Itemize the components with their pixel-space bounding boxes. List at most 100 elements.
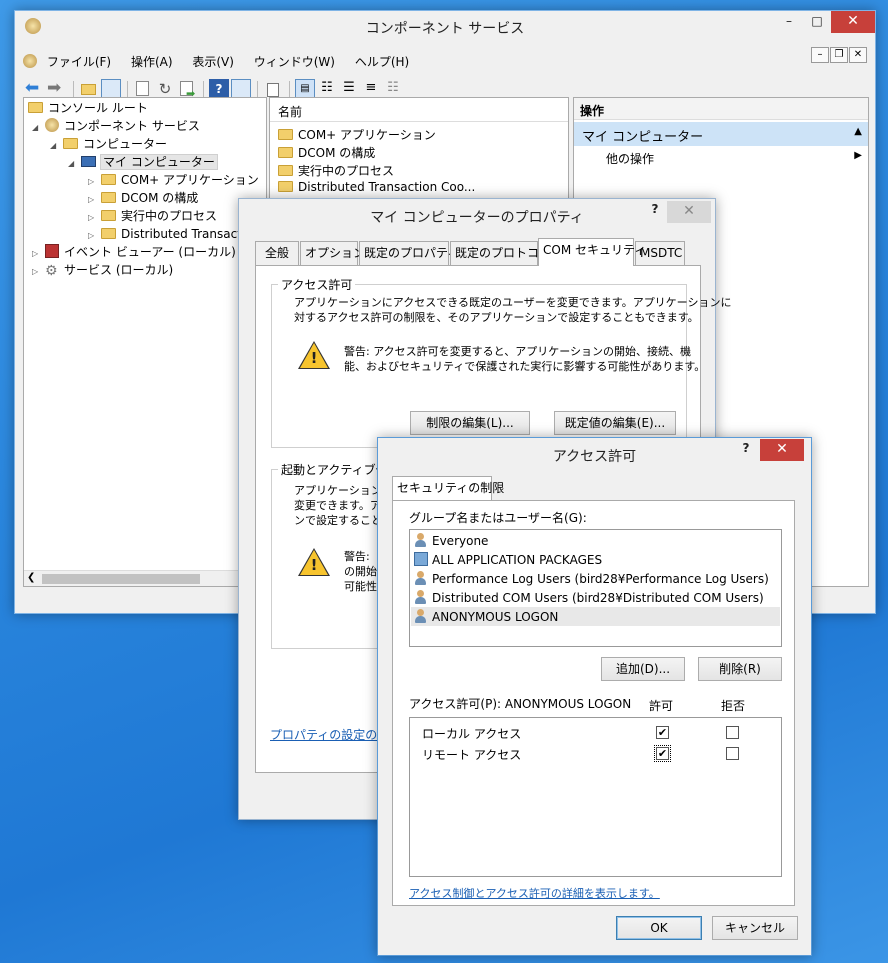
tree-item-console-root[interactable]: コンソール ルート — [28, 99, 148, 117]
folder-icon — [278, 147, 293, 158]
detail-view-icon[interactable]: ≡ — [361, 79, 381, 99]
local-access-allow-checkbox[interactable]: ✔ — [656, 726, 669, 739]
tree-item-my-computer[interactable]: ◢ マイ コンピューター — [68, 153, 218, 171]
main-titlebar[interactable]: コンポーネント サービス – □ ✕ — [15, 11, 875, 41]
add-user-button[interactable]: 追加(D)... — [601, 657, 685, 681]
minimize-button[interactable]: – — [775, 11, 803, 33]
local-access-deny-checkbox[interactable] — [726, 726, 739, 739]
tree-item-dcom-config[interactable]: ▷ DCOM の構成 — [88, 189, 198, 207]
folder-icon — [278, 181, 293, 192]
mdi-restore-button[interactable]: ❐ — [830, 47, 848, 63]
list-item[interactable]: DCOM の構成 — [278, 144, 375, 161]
tree-item-component-services[interactable]: ◢ コンポーネント サービス — [32, 117, 200, 135]
mdi-close-button[interactable]: ✕ — [849, 47, 867, 63]
tree-item-distributed-transaction[interactable]: ▷ Distributed Transact — [88, 225, 242, 243]
tab-com-security[interactable]: COM セキュリティ — [538, 238, 646, 266]
access-close-button[interactable]: ✕ — [760, 439, 804, 461]
warning-text-1: 警告: アクセス許可を変更すると、アプリケーションの開始、接続、機 — [344, 345, 691, 358]
tab-default-protocols[interactable]: 既定のプロトコル — [450, 241, 551, 265]
component-view-icon[interactable]: ☷ — [383, 79, 403, 99]
tab-default-properties[interactable]: 既定のプロパティ — [359, 241, 459, 265]
list-item[interactable]: COM+ アプリケーション — [278, 126, 436, 143]
list-header-name[interactable]: 名前 — [270, 98, 568, 122]
scroll-left-arrow-icon[interactable]: ❮ — [27, 572, 35, 583]
actions-section-my-computer[interactable]: マイ コンピューター ▲ — [574, 122, 868, 146]
properties-icon[interactable] — [133, 79, 153, 99]
list-item-selected[interactable]: ANONYMOUS LOGON — [411, 607, 780, 626]
up-folder-icon[interactable] — [79, 79, 99, 99]
forward-arrow-icon[interactable]: ➡ — [47, 79, 67, 99]
folder-icon — [101, 174, 116, 185]
security-limits-panel: グループ名またはユーザー名(G): Everyone ALL APPLICATI… — [392, 500, 795, 906]
small-icons-view-icon[interactable]: ☷ — [317, 79, 337, 99]
deny-column-header: 拒否 — [721, 699, 746, 713]
show-tree-icon[interactable] — [101, 79, 121, 99]
component-services-icon — [45, 118, 59, 132]
user-group-icon — [414, 571, 428, 585]
expanded-arrow-icon[interactable]: ◢ — [68, 155, 78, 173]
expanded-arrow-icon[interactable]: ◢ — [32, 119, 42, 137]
tab-general[interactable]: 全般 — [255, 241, 299, 265]
access-permissions-group: アクセス許可 アプリケーションにアクセスできる既定のユーザーを変更できます。アプ… — [271, 276, 731, 448]
maximize-button[interactable]: □ — [803, 11, 831, 33]
scroll-thumb[interactable] — [42, 574, 200, 584]
tree-item-services[interactable]: ▷ ⚙ サービス (ローカル) — [32, 261, 173, 279]
remove-user-button[interactable]: 削除(R) — [698, 657, 782, 681]
refresh-icon[interactable]: ↻ — [155, 79, 175, 99]
properties-close-button[interactable]: ✕ — [667, 201, 711, 223]
user-listbox[interactable]: Everyone ALL APPLICATION PACKAGES Perfor… — [409, 529, 782, 647]
list-item[interactable]: 実行中のプロセス — [278, 162, 394, 179]
event-viewer-icon — [45, 244, 59, 258]
mdi-minimize-button[interactable]: – — [811, 47, 829, 63]
help-icon[interactable]: ? — [209, 79, 229, 99]
back-arrow-icon[interactable]: ⬅ — [25, 79, 45, 99]
access-details-link[interactable]: アクセス制御とアクセス許可の詳細を表示します。 — [409, 885, 660, 901]
menu-file[interactable]: ファイル(F) — [47, 55, 111, 69]
actions-item-other[interactable]: 他の操作 ▶ — [606, 150, 866, 168]
access-permission-dialog: アクセス許可 ? ✕ セキュリティの制限 グループ名またはユーザー名(G): E… — [377, 437, 812, 956]
show-hide-action-pane-icon[interactable] — [231, 79, 251, 99]
access-help-button[interactable]: ? — [732, 438, 760, 460]
folder-icon — [101, 192, 116, 203]
list-item[interactable]: Everyone — [414, 533, 488, 548]
list-item[interactable]: Performance Log Users (bird28¥Performanc… — [414, 571, 769, 586]
tree-item-running-processes[interactable]: ▷ 実行中のプロセス — [88, 207, 217, 225]
collapse-up-icon[interactable]: ▲ — [854, 126, 862, 137]
list-item[interactable]: ALL APPLICATION PACKAGES — [414, 552, 602, 567]
permission-local-access-label: ローカル アクセス — [422, 727, 522, 741]
tab-options[interactable]: オプション — [300, 241, 365, 265]
list-item[interactable]: Distributed COM Users (bird28¥Distribute… — [414, 590, 764, 605]
group-user-label: グループ名またはユーザー名(G): — [409, 511, 587, 525]
remote-access-allow-checkbox[interactable]: ✔ — [654, 745, 671, 762]
access-titlebar[interactable]: アクセス許可 ? ✕ — [378, 438, 811, 468]
tab-security-limits[interactable]: セキュリティの制限 — [392, 476, 504, 500]
expanded-arrow-icon[interactable]: ◢ — [50, 137, 60, 155]
submenu-arrow-icon[interactable]: ▶ — [854, 150, 862, 161]
edit-default-button[interactable]: 既定値の編集(E)... — [554, 411, 676, 435]
tree-horizontal-scrollbar[interactable]: ❮ — [24, 570, 266, 586]
collapsed-arrow-icon[interactable]: ▷ — [32, 263, 42, 281]
properties-help-button[interactable]: ? — [641, 199, 669, 221]
menu-view[interactable]: 表示(V) — [192, 55, 234, 69]
list-item[interactable]: Distributed Transaction Coo... — [278, 180, 475, 194]
cancel-button[interactable]: キャンセル — [712, 916, 798, 940]
user-group-icon — [414, 590, 428, 604]
remote-access-deny-checkbox[interactable] — [726, 747, 739, 760]
close-button[interactable]: ✕ — [831, 11, 875, 33]
list-view-icon[interactable]: ☰ — [339, 79, 359, 99]
menu-action[interactable]: 操作(A) — [131, 55, 173, 69]
package-icon — [414, 552, 428, 566]
menu-window[interactable]: ウィンドウ(W) — [254, 55, 335, 69]
ok-button[interactable]: OK — [616, 916, 702, 940]
properties-titlebar[interactable]: マイ コンピューターのプロパティ ? ✕ — [239, 199, 715, 229]
edit-limits-button[interactable]: 制限の編集(L)... — [410, 411, 530, 435]
tree-item-event-viewer[interactable]: ▷ イベント ビューアー (ローカル) — [32, 243, 236, 261]
user-group-icon — [414, 609, 428, 623]
gear-icon: ⚙ — [45, 263, 58, 279]
large-icons-view-icon[interactable]: ▤ — [295, 79, 315, 99]
new-window-icon[interactable] — [263, 79, 283, 99]
tree-item-computers[interactable]: ◢ コンピューター — [50, 135, 167, 153]
tree-item-com-applications[interactable]: ▷ COM+ アプリケーション — [88, 171, 259, 189]
export-icon[interactable]: ➡ — [177, 79, 197, 100]
menu-help[interactable]: ヘルプ(H) — [355, 55, 409, 69]
